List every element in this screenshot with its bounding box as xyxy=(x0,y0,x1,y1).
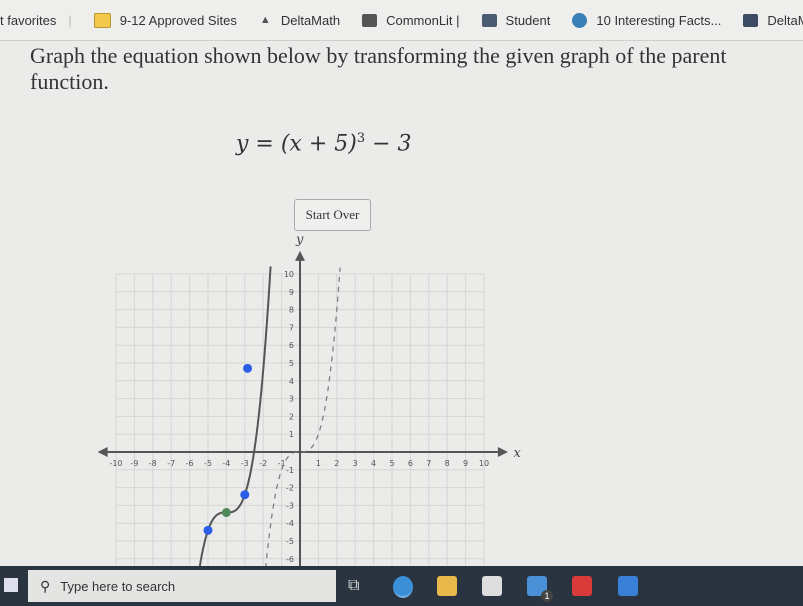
x-tick-label: 6 xyxy=(408,459,413,468)
teams-icon[interactable] xyxy=(618,576,638,596)
x-tick-label: 7 xyxy=(426,459,431,468)
x-tick-label: 10 xyxy=(479,459,489,468)
mail-icon[interactable]: 1 xyxy=(527,576,553,602)
y-tick-label: -3 xyxy=(286,501,294,510)
y-tick-label: 4 xyxy=(289,377,294,386)
x-tick-label: -1 xyxy=(278,459,286,468)
graph-point-handle[interactable] xyxy=(203,525,213,535)
y-tick-label: 3 xyxy=(289,395,294,404)
x-tick-label: -5 xyxy=(204,459,212,468)
x-tick-label: 8 xyxy=(445,459,450,468)
y-tick-label: 5 xyxy=(289,359,294,368)
x-tick-label: -8 xyxy=(149,459,157,468)
file-explorer-icon[interactable] xyxy=(437,576,457,596)
x-tick-label: 3 xyxy=(353,459,358,468)
x-tick-label: 4 xyxy=(371,459,376,468)
taskbar: ⚲ Type here to search ⧉ 1 xyxy=(0,566,803,606)
search-icon: ⚲ xyxy=(40,577,51,594)
y-tick-label: -2 xyxy=(286,484,294,493)
y-tick-label: -6 xyxy=(286,555,294,564)
taskbar-search[interactable]: ⚲ Type here to search xyxy=(28,570,336,602)
edge-browser-icon[interactable] xyxy=(393,576,413,598)
y-tick-label: 9 xyxy=(289,288,294,297)
x-axis-label: x xyxy=(513,446,521,461)
x-tick-label: -7 xyxy=(167,459,175,468)
windows-start-icon[interactable] xyxy=(4,578,18,592)
y-tick-label: -4 xyxy=(286,519,294,528)
x-tick-label: -9 xyxy=(130,459,138,468)
y-tick-label: -5 xyxy=(286,537,294,546)
search-placeholder: Type here to search xyxy=(60,578,176,594)
graph-canvas[interactable]: xy-10-9-8-7-6-5-4-3-2-112345678910-7-6-5… xyxy=(0,0,803,566)
graph-point-handle[interactable] xyxy=(243,363,253,373)
x-tick-label: -3 xyxy=(241,459,249,468)
y-tick-label: -1 xyxy=(286,466,294,475)
y-tick-label: 6 xyxy=(289,341,294,350)
x-tick-label: -6 xyxy=(186,459,194,468)
y-axis-arrow xyxy=(295,250,305,261)
youtube-icon[interactable] xyxy=(572,576,592,596)
y-tick-label: 2 xyxy=(289,412,294,421)
graph-point-center[interactable] xyxy=(221,508,231,518)
x-tick-label: -2 xyxy=(259,459,267,468)
x-tick-label: 1 xyxy=(316,459,321,468)
x-axis-arrow-left xyxy=(97,447,108,457)
x-axis-arrow xyxy=(497,447,508,457)
task-view-icon[interactable]: ⧉ xyxy=(348,576,368,596)
y-axis-label: y xyxy=(295,233,304,248)
y-tick-label: 8 xyxy=(289,306,294,315)
mail-badge: 1 xyxy=(541,590,553,602)
graph-point-handle[interactable] xyxy=(240,490,250,500)
x-tick-label: 5 xyxy=(389,459,394,468)
x-tick-label: -10 xyxy=(109,459,122,468)
y-tick-label: 10 xyxy=(284,270,294,279)
x-tick-label: -4 xyxy=(222,459,230,468)
x-tick-label: 9 xyxy=(463,459,468,468)
y-tick-label: 1 xyxy=(289,430,294,439)
y-tick-label: 7 xyxy=(289,323,294,332)
x-tick-label: 2 xyxy=(334,459,339,468)
store-icon[interactable] xyxy=(482,576,502,596)
